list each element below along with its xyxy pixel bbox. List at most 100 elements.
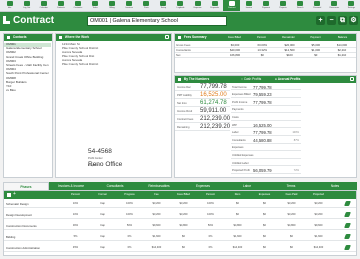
toolbar-button-info[interactable]: Info xyxy=(1,0,18,11)
fees-summary-title: Fees Summary xyxy=(183,35,207,39)
toolbar-button-personal[interactable]: Personal xyxy=(309,0,326,11)
phase-cells: 5% Cap 0% $1,600 $0 0% $1,600 $0 $0 $1,600 xyxy=(62,235,332,238)
phase-name: Construction Documents xyxy=(6,224,37,228)
settings-icon xyxy=(348,1,355,6)
toolbar-button-invoice[interactable]: Invoice xyxy=(240,0,257,11)
phase-cell: $3,200 xyxy=(152,202,161,205)
tab-consultants[interactable]: Consultants xyxy=(93,182,137,190)
toolbar-button-proposals[interactable]: Proposals xyxy=(206,0,223,11)
payments-icon xyxy=(143,1,150,6)
duplicate-button[interactable]: ⧉ xyxy=(338,16,347,25)
toolbar-button-projects[interactable]: Projects xyxy=(275,0,292,11)
toolbar-button-logbook[interactable]: Logbook xyxy=(172,0,189,11)
toolbar-button-contract[interactable]: Contract xyxy=(223,0,241,11)
toolbar-button-setup[interactable]: Setup xyxy=(155,0,172,11)
address-block: 1234 Main St Pike County School District A… xyxy=(62,42,98,66)
phase-column-header: Fees Paid xyxy=(285,193,298,196)
edit-phase-icon[interactable] xyxy=(344,245,351,250)
add-button[interactable]: + xyxy=(316,16,325,25)
profit-label: Labor xyxy=(232,131,239,135)
toolbar-button-contracts[interactable]: Contracts xyxy=(69,0,86,11)
profit-label: Costs xyxy=(232,115,239,119)
toolbar-button-billing[interactable]: Billing xyxy=(104,0,121,11)
profit-value: 16,525.00 xyxy=(253,122,272,128)
info-icon xyxy=(6,1,13,6)
toolbar-button-log-out[interactable]: Log Out xyxy=(18,0,35,11)
accrual-profits-toggle[interactable]: ● Accrual Profits xyxy=(275,76,300,83)
record-selector[interactable]: OM001 | Galena Elementary School xyxy=(87,16,227,26)
phase-cells: 10% Cap 100% $3,200 $3,200 100% $0 $0 $3,200 $3,2… xyxy=(62,202,332,205)
phase-column-header: Fees Billed xyxy=(177,193,190,196)
toolbar-button-expense[interactable]: Expense xyxy=(189,0,206,11)
tab-labor[interactable]: Labor xyxy=(225,182,269,190)
toolbar-label: Logbook xyxy=(176,7,185,9)
edit-phase-icon[interactable] xyxy=(344,212,351,217)
profit-label: Projected Profit xyxy=(232,169,250,173)
phase-row[interactable]: Bidding 5% Cap 0% $1,600 $0 0% $1,600 $0 $0 $1,600 xyxy=(4,232,356,241)
fees-column-header: Fees Billed xyxy=(228,36,241,39)
address-line: Pike County School District xyxy=(62,62,99,66)
project-number-value: 54-4568 xyxy=(88,148,112,155)
logbook-icon xyxy=(177,1,184,6)
phase-cell: $0 xyxy=(290,235,293,238)
toolbar-label: Info xyxy=(7,7,12,9)
profit-row: Payments xyxy=(231,107,301,114)
delete-button[interactable]: − xyxy=(327,16,336,25)
page-title: Contract xyxy=(13,15,55,26)
toolbar-button-payment[interactable]: Payment xyxy=(257,0,274,11)
toolbar-button-resources[interactable]: Resources xyxy=(326,0,343,11)
edit-icon[interactable] xyxy=(165,35,169,39)
edit-phase-icon[interactable] xyxy=(344,201,351,206)
profit-row: Costs xyxy=(231,114,301,121)
fees-column-header: Percent xyxy=(257,36,266,39)
phases-columns: Percent Format Progress Fee Fees Billed Perce… xyxy=(62,192,332,197)
toolbar-button-invoices[interactable]: Invoices xyxy=(121,0,138,11)
tab-terms[interactable]: Terms xyxy=(269,182,313,190)
toolbar-button-search[interactable]: Search xyxy=(292,0,309,11)
profit-label: Total Income xyxy=(232,85,247,89)
cash-profits-toggle[interactable]: ○ Cash Profits xyxy=(241,76,261,83)
toolbar-button-pmts[interactable]: Pmts xyxy=(138,0,155,11)
phase-row[interactable]: Design Development 10% Cap 100% $3,200 $3,200… xyxy=(4,210,356,219)
phase-cell: $9,600 xyxy=(152,224,161,227)
profit-label: Unbilled Labor xyxy=(232,161,249,165)
phase-column-header: Percent xyxy=(71,193,80,196)
tab-expenses[interactable]: Expenses xyxy=(181,182,225,190)
phases-icon xyxy=(7,193,11,197)
contract-icon xyxy=(228,1,235,6)
phase-cell: 0% xyxy=(208,246,213,249)
profit-center-label: Profit Center xyxy=(88,157,103,160)
fees-summary-columns: Fees Billed Percent Remainder Payment Balanc… xyxy=(221,35,356,40)
add-phase-button[interactable]: + xyxy=(13,192,17,197)
home-icon[interactable] xyxy=(3,16,10,24)
refresh-icon[interactable] xyxy=(350,77,354,81)
by-the-numbers-title: By The Numbers xyxy=(183,77,210,81)
tab-phases[interactable]: Phases xyxy=(3,182,49,190)
location-icon xyxy=(59,35,62,39)
tab-reimbursables[interactable]: Reimbursables xyxy=(137,182,181,190)
phase-cell: 0% xyxy=(208,235,213,238)
profit-center-value: Reno Office xyxy=(88,161,123,168)
toolbar-button-settings[interactable]: Settings xyxy=(343,0,360,11)
edit-phase-icon[interactable] xyxy=(344,234,351,239)
tab-notes[interactable]: Notes xyxy=(313,182,357,190)
phase-row[interactable]: Construction Administration 45% Cap 0% $14,4… xyxy=(4,243,356,252)
profit-row: Total Income 77,799.78 xyxy=(231,84,301,91)
toolbar-button-tasks[interactable]: Tasks xyxy=(86,0,103,11)
fees-column-header: Balance xyxy=(337,36,348,39)
edit-phase-icon[interactable] xyxy=(344,223,351,228)
phase-cell: Cap xyxy=(100,246,105,249)
toolbar-button-contacts[interactable]: Contacts xyxy=(52,0,69,11)
fees-cell: $0 xyxy=(249,52,276,59)
gear-icon[interactable]: ⚙ xyxy=(349,16,358,25)
phase-row[interactable]: Schematic Design 10% Cap 100% $3,200 $3,200 10… xyxy=(4,199,356,208)
profit-row: Expenses xyxy=(231,145,301,152)
tab-invoices-income[interactable]: Invoices & Income xyxy=(49,182,93,190)
toolbar-label: Invoices xyxy=(125,7,133,9)
phase-row[interactable]: Construction Documents 30% Cap 50% $9,600 $4,… xyxy=(4,221,356,230)
toolbar-button-calendar[interactable]: Calendar xyxy=(35,0,52,11)
phase-cell: Cap xyxy=(100,224,105,227)
contacts-icon xyxy=(57,1,64,6)
contact-item[interactable]: xx Bloo xyxy=(6,89,16,93)
phase-name: Schematic Design xyxy=(6,202,29,206)
